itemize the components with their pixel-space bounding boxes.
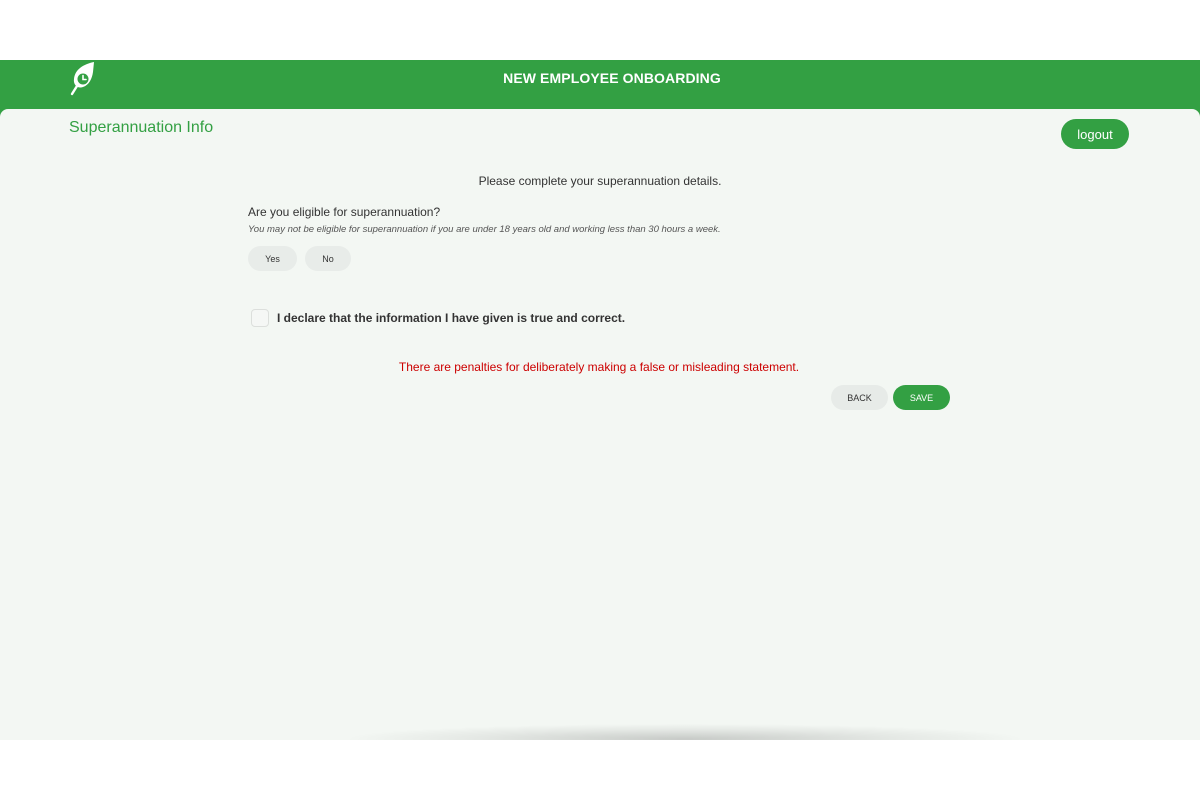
- declaration-checkbox[interactable]: [251, 309, 269, 327]
- back-button[interactable]: BACK: [831, 385, 888, 410]
- eligibility-hint: You may not be eligible for superannuati…: [248, 224, 721, 235]
- declaration-label: I declare that the information I have gi…: [277, 311, 626, 325]
- footer-shadow: [350, 724, 1020, 740]
- yes-button[interactable]: Yes: [248, 246, 297, 271]
- penalty-warning: There are penalties for deliberately mak…: [398, 360, 800, 374]
- app-title: NEW EMPLOYEE ONBOARDING: [503, 70, 721, 86]
- logout-button[interactable]: logout: [1061, 119, 1129, 149]
- no-button[interactable]: No: [305, 246, 351, 271]
- save-button[interactable]: SAVE: [893, 385, 950, 410]
- page-title: Superannuation Info: [69, 119, 214, 136]
- intro-text: Please complete your superannuation deta…: [478, 174, 722, 188]
- main-content: Superannuation Info logout Please comple…: [0, 109, 1200, 740]
- eligibility-question: Are you eligible for superannuation?: [248, 205, 441, 219]
